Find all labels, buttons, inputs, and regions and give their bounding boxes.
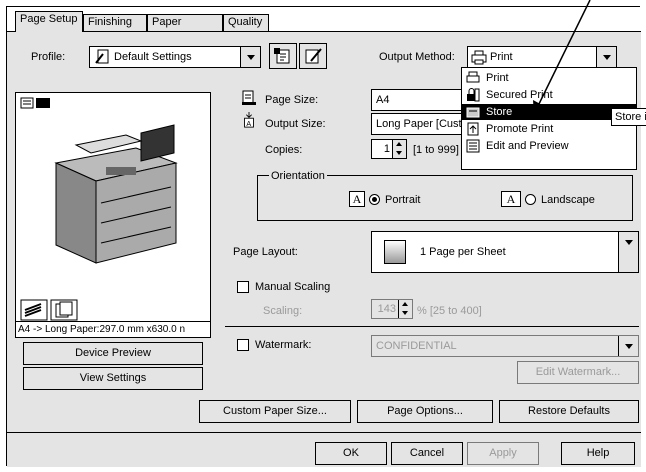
scaling-spin-arrows-icon[interactable]	[398, 300, 412, 318]
copies-label: Copies:	[265, 144, 303, 156]
edit-profile-button[interactable]	[299, 43, 327, 69]
page-layout-label: Page Layout:	[233, 246, 298, 258]
add-profile-button[interactable]	[269, 43, 297, 69]
page-size-value: A4	[376, 94, 390, 106]
view-settings-button[interactable]: View Settings	[23, 367, 203, 390]
watermark-value: CONFIDENTIAL	[376, 340, 457, 352]
help-button[interactable]: Help	[561, 442, 635, 465]
device-preview-button[interactable]: Device Preview	[23, 342, 203, 365]
footer-separator	[7, 432, 641, 433]
svg-text:A: A	[246, 120, 251, 128]
page-layout-icon	[384, 240, 406, 264]
portrait-a-icon: A	[349, 191, 365, 207]
scaling-label: Scaling:	[263, 305, 303, 317]
tab-finishing[interactable]: Finishing	[83, 14, 147, 31]
promote-print-icon	[467, 122, 479, 136]
profile-select[interactable]: Default Settings	[89, 46, 261, 68]
landscape-radio[interactable]	[525, 194, 536, 205]
scaling-spinner[interactable]: 143	[371, 299, 413, 319]
tab-label: Page Setup	[20, 13, 78, 25]
printer-icon	[471, 50, 487, 65]
watermark-select[interactable]: CONFIDENTIAL	[371, 335, 639, 357]
landscape-a-icon: A	[501, 191, 521, 207]
page-size-icon	[242, 90, 256, 105]
page-size-label: Page Size:	[265, 94, 319, 106]
tab-label: Finishing	[88, 16, 133, 28]
copies-range: [1 to 999]	[413, 144, 459, 156]
page-options-button[interactable]: Page Options...	[357, 400, 493, 423]
tab-paper-source[interactable]: Paper Source	[147, 14, 223, 43]
watermark-label[interactable]: Watermark:	[255, 338, 311, 352]
ok-button[interactable]: OK	[315, 442, 387, 465]
store-tooltip: Store in	[611, 108, 646, 126]
profile-value: Default Settings	[114, 51, 192, 63]
profile-label: Profile:	[31, 51, 66, 63]
edit-watermark-button[interactable]: Edit Watermark...	[517, 361, 639, 384]
page-layout-value: 1 Page per Sheet	[420, 246, 506, 258]
restore-defaults-button[interactable]: Restore Defaults	[499, 400, 639, 423]
watermark-dropdown-arrow-icon[interactable]	[618, 336, 638, 356]
menu-item-label: Edit and Preview	[486, 140, 569, 152]
copies-value: 1	[383, 143, 390, 155]
callout-arrow-icon	[533, 0, 591, 116]
profile-dropdown-arrow-icon[interactable]	[240, 47, 260, 67]
copies-spin-arrows-icon[interactable]	[392, 140, 406, 158]
tab-page-setup[interactable]: Page Setup	[15, 11, 83, 32]
scaling-value: 143	[377, 303, 396, 315]
menu-item-edit-and-preview[interactable]: Edit and Preview	[462, 138, 636, 154]
apply-button[interactable]: Apply	[467, 442, 539, 465]
output-size-icon: A	[244, 112, 254, 128]
copier-device-icon	[54, 124, 178, 264]
preview-mode-icon[interactable]	[20, 97, 52, 109]
printer-icon	[466, 71, 480, 83]
portrait-radio[interactable]	[369, 194, 380, 205]
edit-preview-icon	[466, 139, 480, 153]
page-layout-dropdown-arrow-icon[interactable]	[618, 232, 638, 272]
copies-spinner[interactable]: 1	[371, 139, 407, 159]
add-profile-icon	[274, 48, 290, 64]
preview-status-text: A4 -> Long Paper:297.0 mm x630.0 n	[15, 322, 211, 338]
tab-label: Quality	[228, 16, 263, 28]
store-box-icon	[466, 107, 480, 118]
output-size-label: Output Size:	[265, 118, 326, 130]
custom-paper-size-button[interactable]: Custom Paper Size...	[199, 400, 351, 423]
scaling-range: % [25 to 400]	[417, 305, 482, 317]
output-method-label: Output Method:	[379, 51, 455, 63]
watermark-checkbox[interactable]	[237, 339, 249, 351]
tab-quality[interactable]: Quality	[223, 14, 269, 31]
paper-stack-icon	[20, 299, 78, 321]
profile-icon	[95, 49, 109, 64]
orientation-label: Orientation	[269, 169, 327, 183]
landscape-label[interactable]: Landscape	[541, 193, 595, 207]
cancel-button[interactable]: Cancel	[391, 442, 463, 465]
device-preview-pane	[15, 92, 211, 322]
portrait-label[interactable]: Portrait	[385, 193, 420, 207]
manual-scaling-checkbox[interactable]	[237, 281, 249, 293]
page-layout-select[interactable]: 1 Page per Sheet	[371, 231, 639, 273]
manual-scaling-label[interactable]: Manual Scaling	[255, 280, 330, 294]
separator	[225, 326, 639, 327]
edit-profile-icon	[305, 48, 322, 64]
lock-icon	[467, 88, 480, 102]
